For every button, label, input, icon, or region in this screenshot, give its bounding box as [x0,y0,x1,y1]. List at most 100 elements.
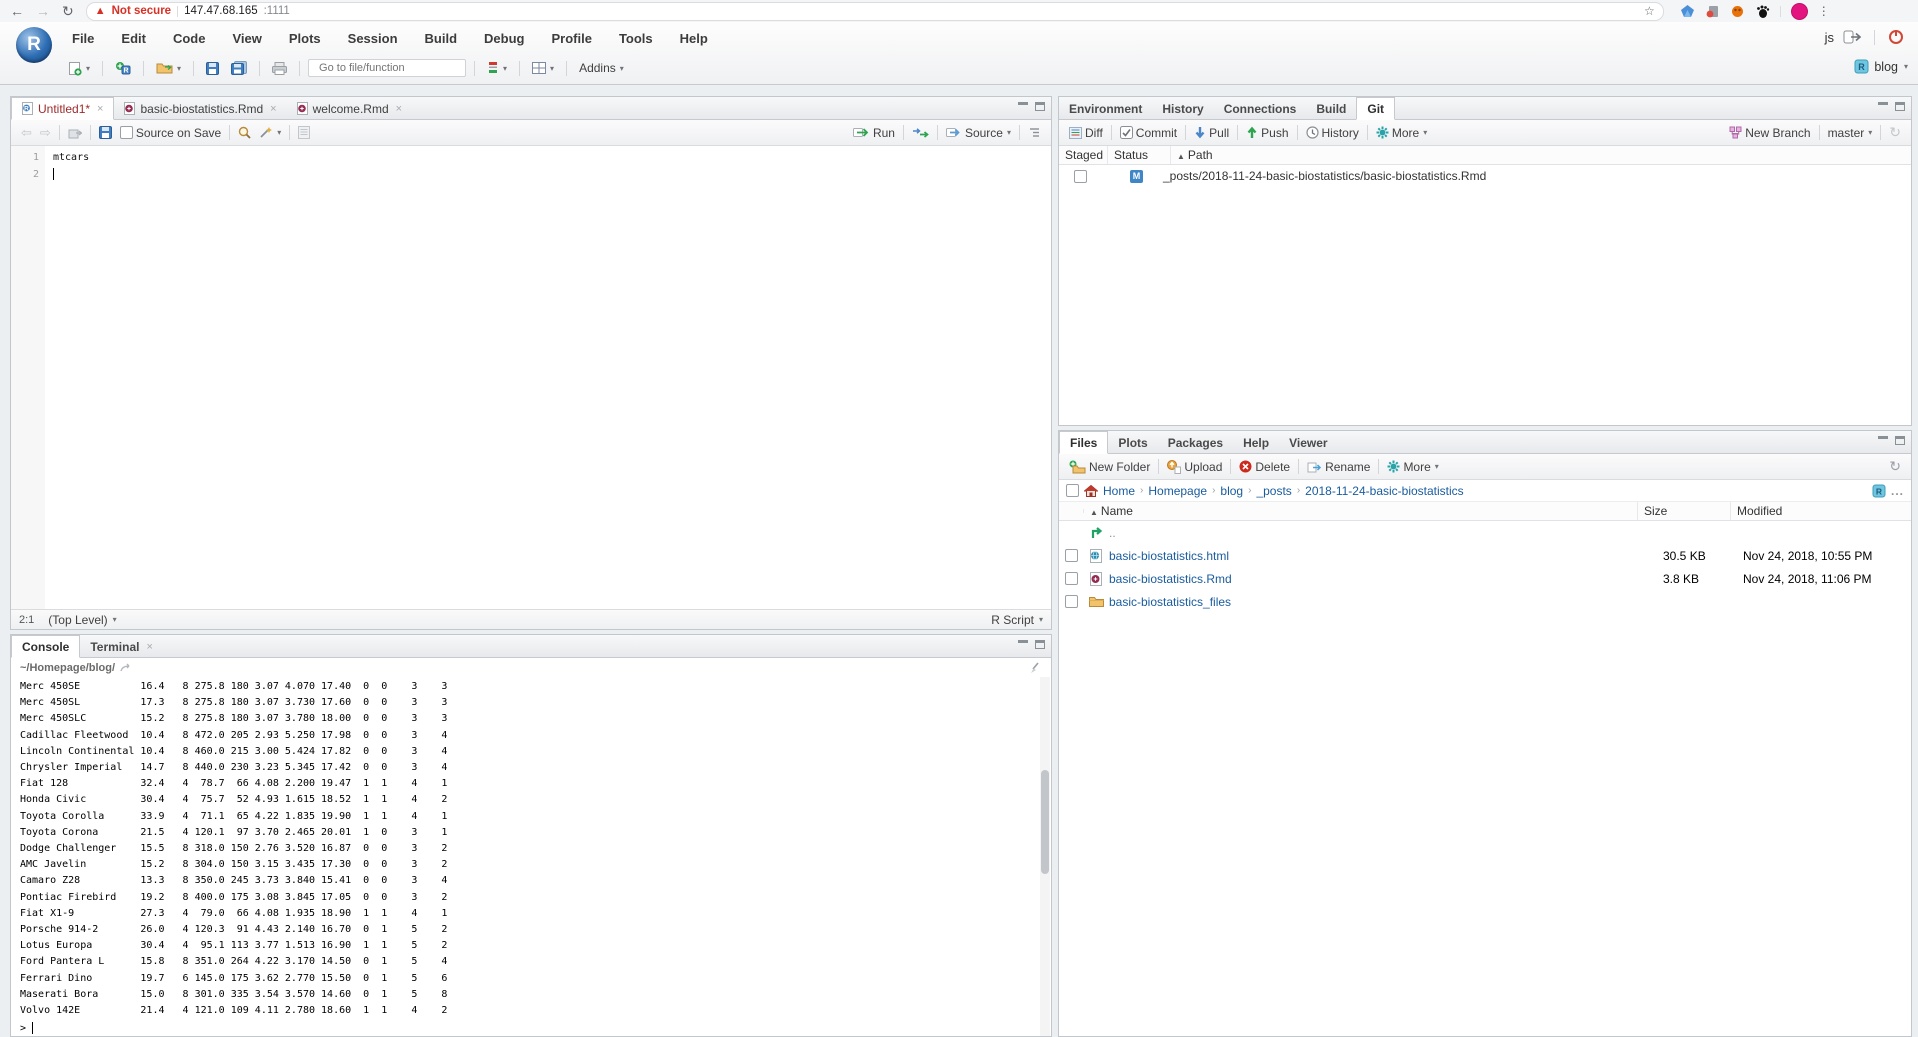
files-refresh-button[interactable]: ↻ [1885,456,1905,477]
col-status[interactable]: Status [1108,146,1171,164]
console-output-area[interactable]: Merc 450SE 16.4 8 275.8 180 3.07 4.070 1… [11,677,1051,1036]
source-on-save-checkbox[interactable]: Source on Save [116,124,225,142]
quit-session-icon[interactable] [1888,29,1904,45]
new-project-button[interactable]: R [111,59,135,78]
tab-plots[interactable]: Plots [1108,432,1157,453]
goto-file-box[interactable] [308,59,466,77]
popout-editor-button[interactable] [64,125,86,141]
col-modified[interactable]: Modified [1731,502,1911,520]
workspace-panes-button[interactable]: ▾ [528,60,558,76]
bookmark-star-icon[interactable]: ☆ [1644,4,1655,18]
tab-history[interactable]: History [1152,98,1213,119]
new-branch-button[interactable]: New Branch [1725,124,1814,142]
find-replace-button[interactable] [234,124,255,141]
branch-selector[interactable]: master ▾ [1824,124,1877,142]
minimize-pane-icon[interactable] [1018,102,1028,111]
scrollbar-thumb[interactable] [1041,770,1049,874]
menu-code[interactable]: Code [173,31,206,46]
diff-button[interactable]: Diff [1065,124,1107,142]
rename-button[interactable]: Rename [1303,458,1374,476]
tab-welcome-rmd[interactable]: welcome.Rmd × [287,98,412,119]
goto-file-input[interactable] [317,61,463,75]
browser-back-icon[interactable]: ← [10,4,24,18]
address-bar[interactable]: ▲ Not secure 147.47.68.165:1111 ☆ [86,2,1664,21]
tab-git[interactable]: Git [1356,97,1395,120]
col-staged[interactable]: Staged [1059,146,1108,164]
checkbox[interactable] [120,126,133,139]
compile-report-button[interactable] [294,124,314,141]
delete-button[interactable]: Delete [1235,458,1294,476]
clear-console-icon[interactable] [1029,662,1042,674]
minimize-pane-icon[interactable] [1878,436,1888,445]
breadcrumb-post-dir[interactable]: 2018-11-24-basic-biostatistics [1305,484,1464,498]
addins-button[interactable]: Addins ▾ [575,59,628,77]
menu-profile[interactable]: Profile [551,31,591,46]
git-file-path[interactable]: _posts/2018-11-24-basic-biostatistics/ba… [1157,169,1486,183]
tab-help[interactable]: Help [1233,432,1279,453]
col-name[interactable]: ▲Name [1084,502,1638,520]
close-tab-icon[interactable]: × [146,641,152,653]
file-row-rmd[interactable]: basic-biostatistics.Rmd 3.8 KB Nov 24, 2… [1059,567,1911,590]
menu-plots[interactable]: Plots [289,31,321,46]
parent-dir-row[interactable]: .. [1059,521,1911,544]
tab-terminal[interactable]: Terminal × [80,636,163,657]
editor-content[interactable]: mtcars [45,146,1051,609]
file-type-selector[interactable]: R Script ▾ [991,613,1043,627]
nav-forward-button[interactable]: ⇨ [36,123,55,143]
maximize-pane-icon[interactable] [1895,436,1905,445]
col-size[interactable]: Size [1638,502,1731,520]
minimize-pane-icon[interactable] [1018,640,1028,649]
sign-out-icon[interactable] [1843,30,1861,44]
profile-avatar[interactable] [1791,3,1808,20]
tab-environment[interactable]: Environment [1059,98,1152,119]
extension-icon-2[interactable] [1705,4,1720,19]
ellipsis-button[interactable]: ... [1891,484,1904,498]
console-scrollbar[interactable] [1040,677,1050,1036]
select-all-checkbox[interactable] [1066,484,1079,497]
maximize-pane-icon[interactable] [1035,640,1045,649]
maximize-pane-icon[interactable] [1035,102,1045,111]
extension-icon-1[interactable] [1680,4,1695,19]
tab-files[interactable]: Files [1059,431,1108,454]
col-path[interactable]: ▲Path [1171,146,1911,164]
tab-console[interactable]: Console [11,635,80,658]
new-file-button[interactable]: ▾ [64,59,94,78]
file-checkbox[interactable] [1065,595,1078,608]
nav-back-button[interactable]: ⇦ [17,123,36,143]
files-more-button[interactable]: More ▾ [1383,458,1442,476]
refresh-button[interactable]: ↻ [1885,122,1905,143]
close-tab-icon[interactable]: × [97,103,103,115]
file-name-link[interactable]: basic-biostatistics.Rmd [1109,572,1232,586]
code-editor[interactable]: 1 2 mtcars [11,146,1051,609]
maximize-pane-icon[interactable] [1895,102,1905,111]
scope-selector[interactable]: (Top Level) ▾ [48,613,116,627]
minimize-pane-icon[interactable] [1878,102,1888,111]
history-button[interactable]: History [1302,124,1363,142]
print-button[interactable] [268,60,291,77]
tab-untitled1[interactable]: R Untitled1* × [11,97,114,120]
menu-build[interactable]: Build [425,31,458,46]
file-checkbox[interactable] [1065,572,1078,585]
close-tab-icon[interactable]: × [270,103,276,115]
menu-debug[interactable]: Debug [484,31,524,46]
project-selector[interactable]: R blog ▾ [1854,59,1908,74]
r-project-badge-icon[interactable]: R [1872,484,1886,498]
tab-viewer[interactable]: Viewer [1279,432,1337,453]
menu-help[interactable]: Help [680,31,708,46]
breadcrumb-home[interactable]: Home [1103,484,1135,498]
browser-forward-icon[interactable]: → [36,4,50,18]
upload-button[interactable]: Upload [1163,458,1226,476]
pull-button[interactable]: Pull [1190,124,1233,142]
version-control-button[interactable]: ▾ [483,59,511,77]
menu-tools[interactable]: Tools [619,31,653,46]
breadcrumb-blog[interactable]: blog [1220,484,1243,498]
run-button[interactable]: Run [849,124,899,142]
folder-row-files[interactable]: basic-biostatistics_files [1059,590,1911,613]
parent-dir-label[interactable]: .. [1109,526,1911,540]
new-folder-button[interactable]: New Folder [1065,458,1154,476]
staged-checkbox[interactable] [1074,170,1087,183]
close-tab-icon[interactable]: × [396,103,402,115]
file-name-link[interactable]: basic-biostatistics.html [1109,549,1229,563]
file-checkbox[interactable] [1065,549,1078,562]
console-prompt[interactable]: > [11,1021,1051,1036]
